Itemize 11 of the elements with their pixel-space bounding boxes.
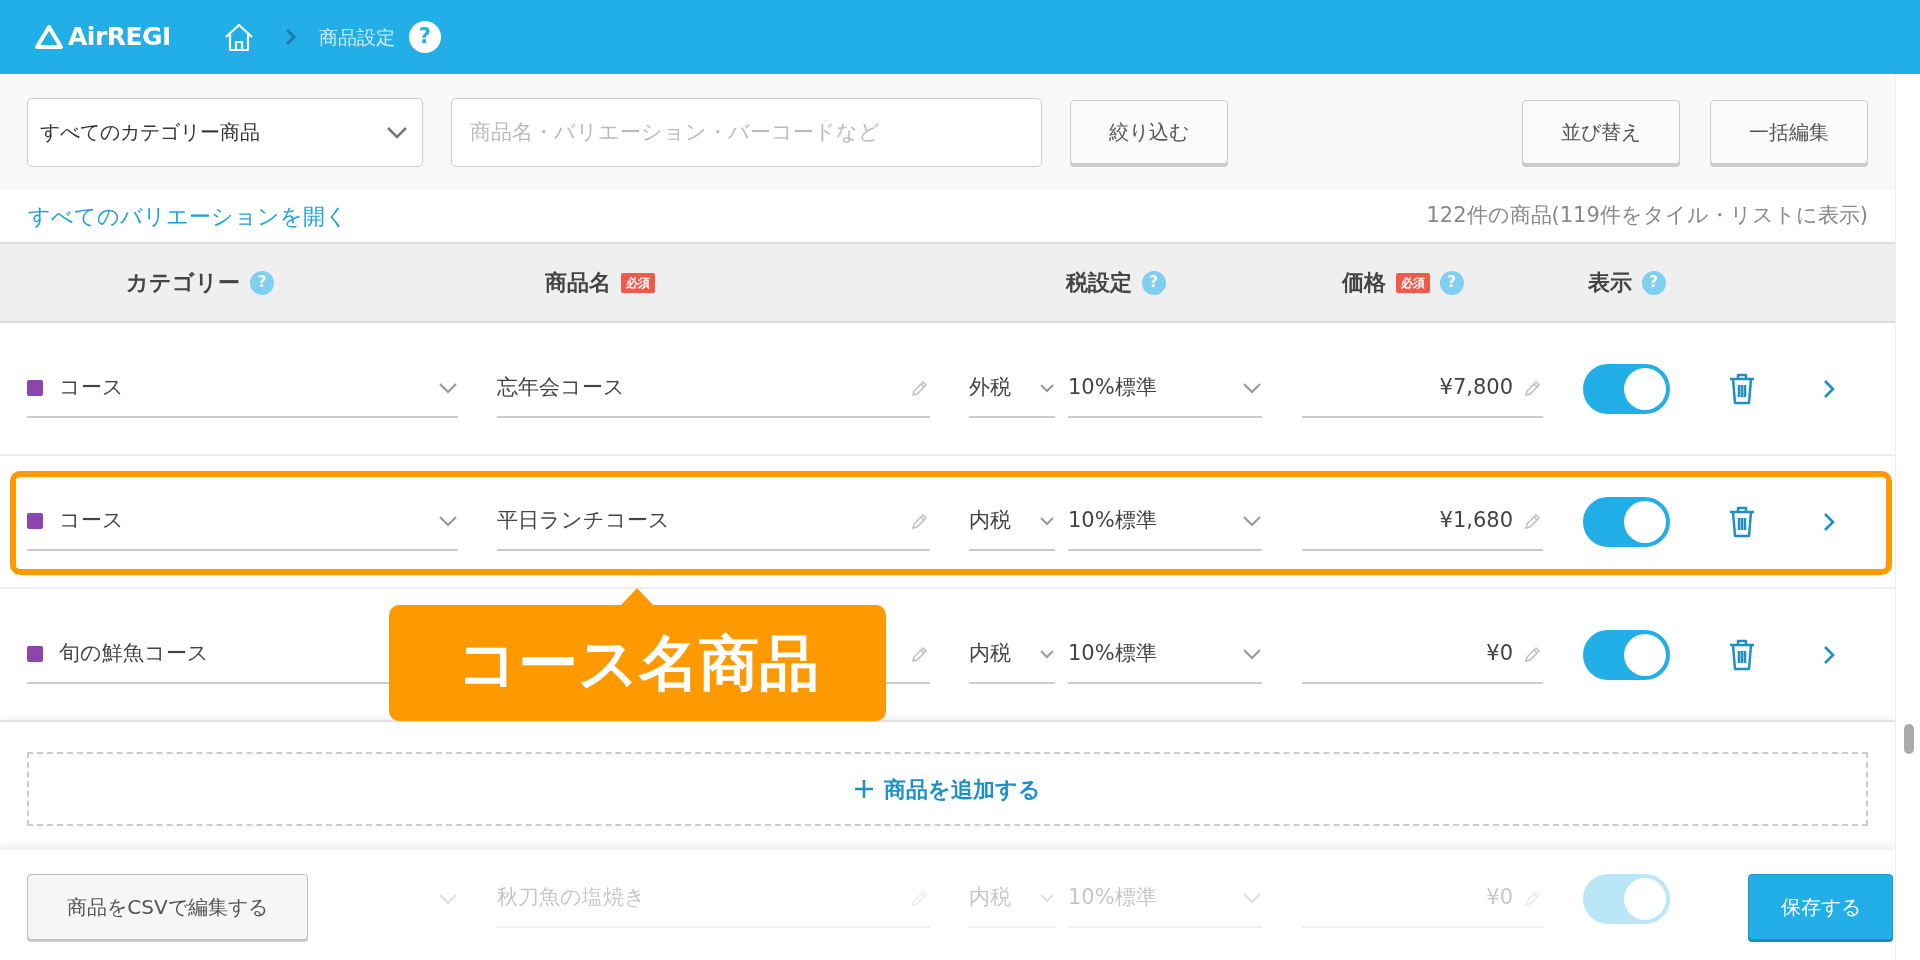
breadcrumb-title: 商品設定 — [318, 24, 395, 50]
required-badge: 必須 — [621, 272, 655, 293]
callout-tooltip: コース名商品 — [389, 605, 886, 721]
column-header: 表示 — [1587, 269, 1632, 297]
logo-text: AirREGI — [68, 21, 171, 54]
product-count: 122件の商品(119件をタイル・リストに表示) — [1426, 202, 1868, 230]
column-header: 税設定 — [1065, 269, 1132, 297]
column-header: カテゴリー — [126, 269, 240, 297]
column-header: 商品名 — [545, 269, 611, 297]
column-header: 価格 — [1341, 269, 1386, 297]
required-badge: 必須 — [1395, 272, 1430, 293]
